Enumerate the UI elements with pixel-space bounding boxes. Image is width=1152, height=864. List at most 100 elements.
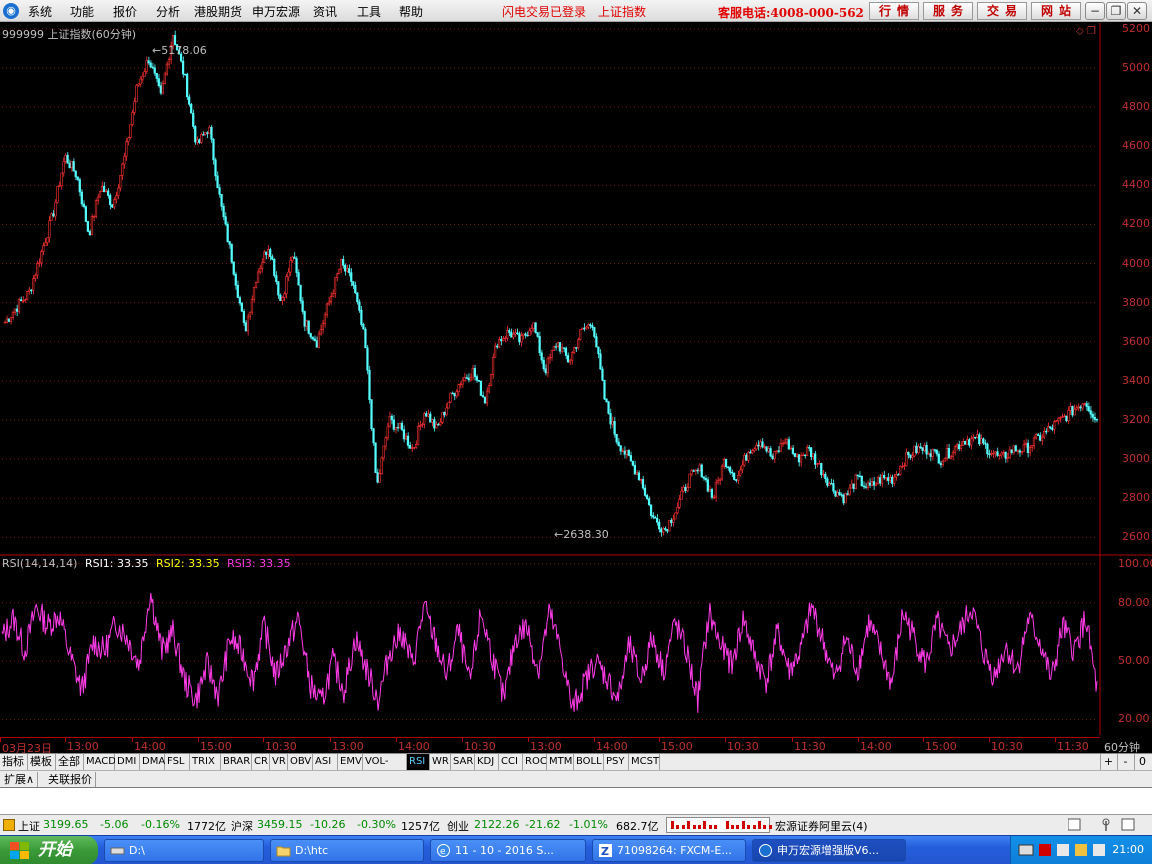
candle [159, 81, 162, 96]
indicator-tab-mtm[interactable]: MTM [547, 754, 574, 770]
indicator-tab-obv[interactable]: OBV [288, 754, 313, 770]
service-button[interactable]: 服务 [923, 2, 973, 20]
indicator-tab-dmi[interactable]: DMI [115, 754, 140, 770]
candle [260, 258, 264, 273]
candle [348, 264, 351, 277]
candle [530, 324, 533, 335]
task-swhy[interactable]: 申万宏源增强版V6... [752, 839, 906, 862]
chart-canvas[interactable] [0, 23, 1152, 756]
candle [1077, 403, 1080, 412]
indicator-tab-模板[interactable]: 模板 [28, 754, 56, 770]
indicator-tab-boll[interactable]: BOLL [574, 754, 604, 770]
candle [398, 422, 401, 429]
candle [479, 380, 483, 396]
tray-app-icon[interactable] [1075, 844, 1087, 856]
indicator-tab-trix[interactable]: TRIX [190, 754, 221, 770]
reset-indicator-button[interactable]: 0 [1134, 754, 1150, 770]
candle [518, 331, 521, 346]
candle [1055, 419, 1058, 423]
indicator-tab-kdj[interactable]: KDJ [475, 754, 499, 770]
indicator-tab-sar[interactable]: SAR [451, 754, 475, 770]
indicator-tab-dma[interactable]: DMA [140, 754, 165, 770]
tab-expand[interactable]: 扩展∧ [1, 772, 39, 787]
candle [688, 473, 691, 488]
candle [795, 453, 799, 458]
menu-help[interactable]: 帮助 [399, 3, 423, 20]
remove-indicator-button[interactable]: - [1117, 754, 1133, 770]
menu-quotes[interactable]: 报价 [113, 3, 137, 20]
antenna-icon[interactable] [1102, 818, 1110, 831]
indicator-tab-vol-tdx[interactable]: VOL-TDX [363, 754, 407, 783]
network-icon[interactable] [1057, 844, 1069, 856]
candle [599, 349, 602, 370]
tab-related-quotes[interactable]: 关联报价 [45, 772, 96, 787]
app-logo-icon[interactable]: ◉ [3, 3, 19, 19]
antivirus-icon[interactable] [1039, 844, 1051, 856]
indicator-tab-brar[interactable]: BRAR [221, 754, 252, 770]
time-tick-mark [528, 738, 529, 742]
close-icon[interactable]: ✕ [1127, 2, 1147, 20]
index-link[interactable]: 上证指数 [598, 3, 646, 20]
candle [3, 320, 6, 324]
start-button[interactable]: 开始 [0, 836, 98, 864]
indicator-tab-全部[interactable]: 全部 [56, 754, 84, 770]
keyboard-icon[interactable] [1018, 844, 1034, 856]
task-fxcm[interactable]: Z 71098264: FXCM-E... [592, 839, 746, 862]
candle [680, 486, 683, 500]
indicator-tab-vr[interactable]: VR [270, 754, 288, 770]
candle [522, 333, 525, 340]
candle [1022, 439, 1025, 452]
server-name[interactable]: 宏源证券阿里云(4) [775, 818, 868, 834]
menu-tools[interactable]: 工具 [357, 3, 381, 20]
restore-icon[interactable]: ❐ [1106, 2, 1126, 20]
window-icon[interactable] [1067, 818, 1081, 831]
candle [232, 261, 235, 276]
indicator-tab-emv[interactable]: EMV [338, 754, 363, 770]
sh-amount: 1772亿 [187, 820, 226, 833]
indicator-tab-asi[interactable]: ASI [313, 754, 338, 770]
website-button[interactable]: 网站 [1031, 2, 1081, 20]
indicator-tab-cci[interactable]: CCI [499, 754, 523, 770]
candle [1065, 415, 1068, 423]
candle [895, 470, 898, 481]
candle [735, 478, 738, 483]
candle [1045, 428, 1048, 435]
indicator-tab-psy[interactable]: PSY [604, 754, 629, 770]
quotes-button[interactable]: 行情 [869, 2, 919, 20]
menu-news[interactable]: 资讯 [313, 3, 337, 20]
indicator-tab-macd[interactable]: MACD [84, 754, 116, 770]
candle [803, 454, 807, 459]
signal-bar [736, 825, 740, 829]
menu-hk-futures[interactable]: 港股期货 [194, 3, 242, 20]
menu-system[interactable]: 系统 [28, 3, 52, 20]
indicator-tab-fsl[interactable]: FSL [165, 754, 190, 770]
time-tick-label: 14:00 [134, 740, 166, 753]
task-folder-htc[interactable]: D:\htc [270, 839, 424, 862]
candle [287, 267, 290, 282]
candle [267, 245, 270, 259]
indicator-tab-cr[interactable]: CR [252, 754, 270, 770]
menu-function[interactable]: 功能 [70, 3, 94, 20]
candle [190, 102, 193, 114]
chart-corner-icons[interactable]: ◇ ❐ [1076, 26, 1096, 37]
task-drive-d[interactable]: D:\ [104, 839, 264, 862]
indicator-tab-roc[interactable]: ROC [523, 754, 547, 770]
menu-analysis[interactable]: 分析 [156, 3, 180, 20]
minimize-icon[interactable]: − [1085, 2, 1105, 20]
indicator-tab-wr[interactable]: WR [430, 754, 451, 770]
add-indicator-button[interactable]: + [1100, 754, 1116, 770]
chart-area[interactable]: 999999 上证指数(60分钟) ◇ ❐ ←5178.06 ←2638.30 … [0, 22, 1152, 756]
app-window: ◉ 系统 功能 报价 分析 港股期货 申万宏源 资讯 工具 帮助 闪电交易已登录… [0, 0, 1152, 864]
volume-icon[interactable] [1093, 844, 1105, 856]
status-icon[interactable] [3, 819, 15, 831]
time-tick-label: 15:00 [661, 740, 693, 753]
task-browser[interactable]: e 11 - 10 - 2016 S... [430, 839, 586, 862]
indicator-tab-rsi[interactable]: RSI [407, 754, 430, 770]
indicator-tab-指标[interactable]: 指标 [0, 754, 28, 770]
lock-icon[interactable] [1121, 818, 1135, 831]
candle [42, 242, 45, 255]
trade-button[interactable]: 交易 [977, 2, 1027, 20]
menu-swhy[interactable]: 申万宏源 [252, 3, 300, 20]
candle [186, 72, 189, 100]
indicator-tab-mcst[interactable]: MCST [629, 754, 660, 770]
